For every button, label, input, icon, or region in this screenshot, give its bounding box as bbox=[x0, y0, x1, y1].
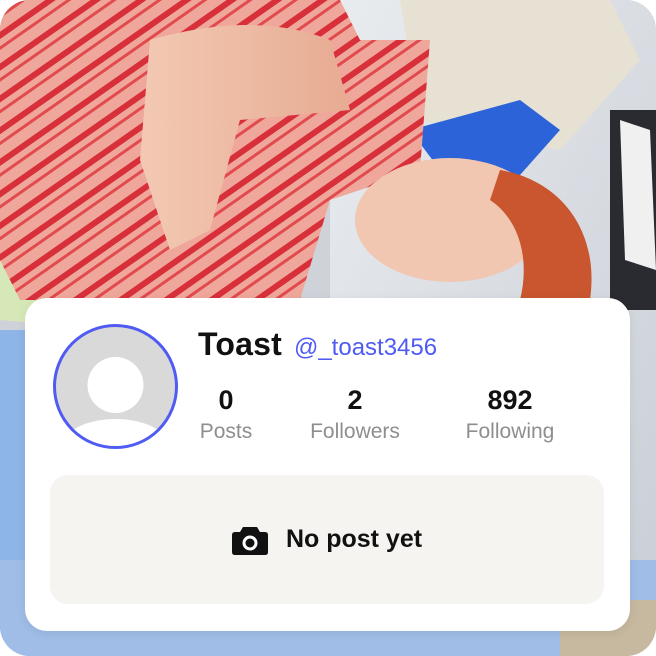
posts-count: 0 bbox=[218, 385, 234, 415]
camera-icon bbox=[231, 526, 268, 555]
username-handle[interactable]: @_toast3456 bbox=[294, 334, 437, 362]
display-name: Toast bbox=[198, 326, 282, 362]
profile-card: Toast @_toast3456 0 Posts 2 Followers 89… bbox=[25, 298, 630, 631]
stat-posts[interactable]: 0 Posts bbox=[191, 384, 261, 446]
followers-count: 2 bbox=[347, 385, 363, 415]
name-row: Toast @_toast3456 bbox=[198, 326, 437, 363]
user-silhouette-icon bbox=[63, 357, 168, 446]
posts-empty-state: No post yet bbox=[50, 475, 604, 604]
following-count: 892 bbox=[487, 385, 533, 415]
avatar[interactable] bbox=[53, 324, 178, 449]
empty-message: No post yet bbox=[285, 525, 423, 553]
posts-label: Posts bbox=[199, 420, 253, 443]
followers-label: Followers bbox=[310, 420, 400, 443]
stat-following[interactable]: 892 Following bbox=[455, 384, 565, 446]
stat-followers[interactable]: 2 Followers bbox=[300, 384, 410, 446]
following-label: Following bbox=[465, 420, 555, 443]
profile-widget: Toast @_toast3456 0 Posts 2 Followers 89… bbox=[0, 0, 656, 656]
